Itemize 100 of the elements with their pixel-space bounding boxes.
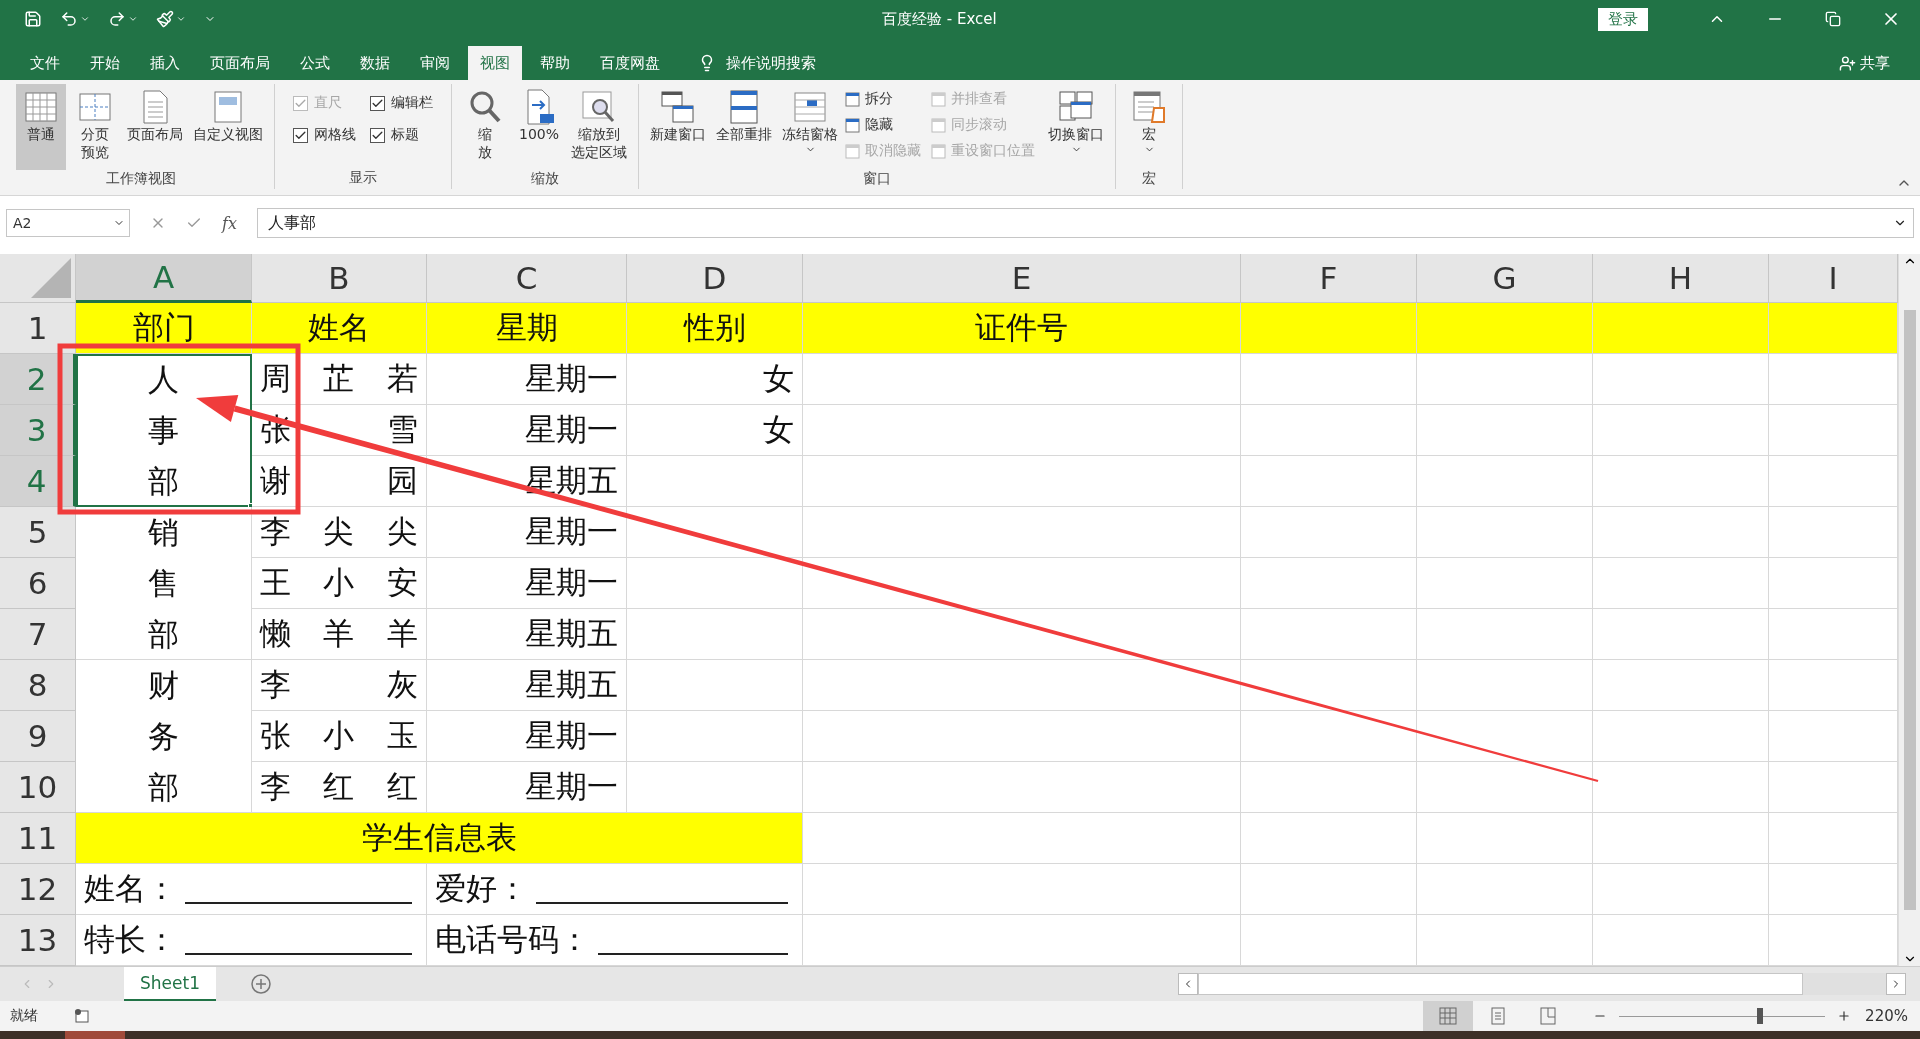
- row-header[interactable]: 6: [0, 558, 76, 609]
- field-label: 姓名：: [84, 869, 177, 908]
- field-label: 爱好：: [435, 869, 528, 908]
- ribbon-tab[interactable]: 百度网盘: [588, 46, 672, 80]
- table-cell: 星期五: [427, 660, 627, 711]
- row-header[interactable]: 13: [0, 915, 76, 966]
- ribbon-small-button[interactable]: 隐藏: [845, 116, 921, 134]
- window-option-icon: [845, 117, 860, 133]
- group-label: 缩放: [530, 170, 560, 188]
- name-text: 周 芷 若: [260, 359, 418, 398]
- group-label: 宏: [1141, 170, 1157, 188]
- ribbon-tab[interactable]: 文件: [18, 46, 72, 80]
- ribbon-button-label: 新建窗口: [650, 126, 706, 144]
- column-header[interactable]: I: [1769, 254, 1898, 303]
- scrollbar-thumb[interactable]: [1198, 973, 1804, 995]
- add-person-icon: [1839, 54, 1856, 72]
- normal-view-icon[interactable]: [1423, 1001, 1474, 1031]
- column-header[interactable]: D: [627, 254, 803, 303]
- checkbox[interactable]: 编辑栏: [370, 94, 433, 112]
- ribbon-button[interactable]: 切换窗口: [1045, 84, 1107, 170]
- header-cell: 部门: [76, 303, 252, 354]
- zoom-level[interactable]: 220%: [1865, 1007, 1908, 1025]
- column-header[interactable]: C: [427, 254, 627, 303]
- ribbon-button-label: 100%: [519, 126, 559, 144]
- row-header[interactable]: 8: [0, 660, 76, 711]
- ribbon-button[interactable]: 全部重排: [713, 84, 775, 170]
- ribbon-button-label: 缩放到: [578, 126, 620, 144]
- ribbon-tab[interactable]: 审阅: [408, 46, 462, 80]
- formula-field[interactable]: 人事部: [256, 208, 1914, 238]
- ribbon-small-button[interactable]: 拆分: [845, 90, 921, 108]
- ribbon-tab[interactable]: 页面布局: [198, 46, 282, 80]
- ribbon-button[interactable]: 宏: [1124, 84, 1174, 170]
- row-header[interactable]: 4: [0, 456, 76, 507]
- login-button[interactable]: 登录: [1598, 7, 1648, 31]
- table-cell: 星期一: [427, 507, 627, 558]
- ribbon-tab[interactable]: 帮助: [528, 46, 582, 80]
- column-header[interactable]: H: [1593, 254, 1769, 303]
- ribbon-tab[interactable]: 公式: [288, 46, 342, 80]
- column-header[interactable]: A: [76, 254, 252, 303]
- table-cell: 星期一: [427, 405, 627, 456]
- macro-record-icon[interactable]: [74, 1008, 90, 1024]
- scrollbar-thumb[interactable]: [1903, 310, 1916, 910]
- row-header[interactable]: 11: [0, 813, 76, 864]
- ribbon-tab[interactable]: 开始: [78, 46, 132, 80]
- column-header[interactable]: F: [1241, 254, 1417, 303]
- ribbon-tab[interactable]: 插入: [138, 46, 192, 80]
- ribbon-button[interactable]: 缩放到 选定区域: [568, 84, 630, 170]
- row-header[interactable]: 5: [0, 507, 76, 558]
- window-option-icon: [845, 143, 860, 159]
- ribbon-button[interactable]: 页面布局: [124, 84, 186, 170]
- zoom-in-icon[interactable]: [1837, 1009, 1852, 1023]
- tell-me-search[interactable]: 操作说明搜索: [692, 46, 822, 80]
- checkbox[interactable]: 标题: [370, 126, 433, 144]
- ribbon-button[interactable]: 冻结窗格: [779, 84, 841, 170]
- field-label: 特长：: [84, 920, 177, 959]
- checkbox-box[interactable]: [370, 95, 385, 111]
- group-label: 显示: [348, 169, 378, 187]
- new-window-icon: [659, 88, 697, 126]
- zoom-slider-thumb[interactable]: [1757, 1008, 1764, 1024]
- ribbon-button[interactable]: 100%: [514, 84, 564, 170]
- name-text: 李 红 红: [260, 767, 418, 806]
- ribbon-button[interactable]: 缩 放: [460, 84, 510, 170]
- column-header[interactable]: E: [803, 254, 1241, 303]
- row-header[interactable]: 2: [0, 354, 76, 405]
- sheet-tab[interactable]: Sheet1: [124, 967, 216, 1001]
- row-header[interactable]: 12: [0, 864, 76, 915]
- scroll-right-icon[interactable]: [1886, 973, 1906, 995]
- insert-function-button[interactable]: fx: [222, 213, 237, 233]
- table-cell: 女: [627, 354, 803, 405]
- window-option-icon: [931, 117, 946, 133]
- row-header[interactable]: 3: [0, 405, 76, 456]
- name-text: 谢 园: [260, 461, 418, 500]
- table-cell: 星期五: [427, 609, 627, 660]
- row-header[interactable]: 1: [0, 303, 76, 354]
- ribbon-button-label: 选定区域: [571, 143, 627, 161]
- ribbon-button[interactable]: 新建窗口: [647, 84, 709, 170]
- ribbon-button[interactable]: 自定义视图: [190, 84, 266, 170]
- checkbox[interactable]: 网格线: [293, 126, 356, 144]
- checkbox-box[interactable]: [293, 127, 308, 143]
- name-box[interactable]: A2: [6, 209, 130, 237]
- row-header[interactable]: 9: [0, 711, 76, 762]
- window-title: 百度经验 - Excel: [882, 9, 998, 29]
- share-button[interactable]: 共享: [1833, 46, 1896, 80]
- scroll-left-icon[interactable]: [1178, 973, 1198, 995]
- table-cell: 星期一: [427, 558, 627, 609]
- row-header[interactable]: 10: [0, 762, 76, 813]
- ribbon-button-label: 放: [478, 143, 492, 161]
- group-label: 窗口: [862, 170, 892, 188]
- column-header[interactable]: G: [1417, 254, 1593, 303]
- ribbon-button[interactable]: 普通: [16, 84, 66, 170]
- ribbon-button-label: 预览: [81, 143, 109, 161]
- column-header[interactable]: B: [252, 254, 427, 303]
- ribbon-button[interactable]: 分页 预览: [70, 84, 120, 170]
- checkbox-box[interactable]: [370, 127, 385, 143]
- row-header[interactable]: 7: [0, 609, 76, 660]
- ribbon-button-label: 分页: [81, 126, 109, 144]
- ribbon-button-label: 缩: [478, 126, 492, 144]
- ribbon-tab[interactable]: 视图: [468, 46, 522, 80]
- ribbon-tab[interactable]: 数据: [348, 46, 402, 80]
- department-text: 人事部: [148, 359, 179, 501]
